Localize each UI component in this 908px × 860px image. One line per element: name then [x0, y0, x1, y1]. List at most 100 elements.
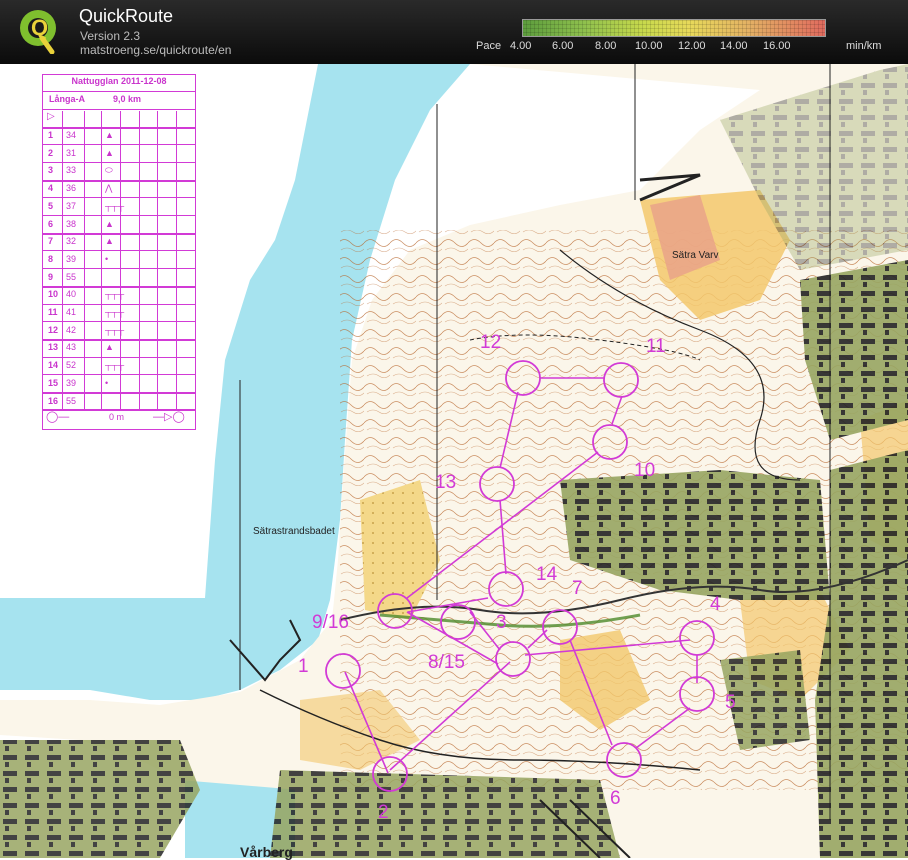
feature-symbol-icon: ┬┬┬: [105, 200, 125, 211]
control-row: 1 34 ▲: [43, 127, 195, 145]
pace-tick: 6.00: [552, 40, 574, 52]
control-number: 8/15: [428, 652, 465, 673]
feature-symbol-icon: ┬┬┬: [105, 289, 125, 300]
feature-symbol-icon: ▲: [105, 218, 114, 229]
feature-symbol-icon: ┬┬┬: [105, 307, 125, 317]
control-code: 43: [66, 342, 77, 353]
feature-symbol-icon: ⋀: [105, 183, 113, 194]
control-code: 33: [66, 165, 77, 176]
feature-symbol-icon: ▲: [105, 342, 114, 353]
control-number: 7: [572, 578, 583, 599]
control-row: 8 39 •: [43, 251, 195, 269]
residential-area: [0, 740, 200, 858]
pace-tick: 12.00: [678, 40, 706, 52]
control-number: 13: [48, 342, 59, 353]
control-code: 55: [66, 271, 77, 282]
control-code: 34: [66, 130, 77, 140]
control-row: 4 36 ⋀: [43, 180, 195, 198]
pace-label: Pace: [476, 40, 502, 52]
control-row: 13 43 ▲: [43, 339, 195, 357]
control-number: 6: [48, 218, 54, 229]
feature-symbol-icon: ▲: [105, 236, 114, 247]
control-row: 16 55: [43, 393, 195, 411]
feature-symbol-icon: ⬭: [105, 165, 113, 176]
control-number: 3: [48, 165, 54, 176]
place-label: Sätrastrandsbadet: [253, 526, 335, 537]
control-number: 6: [610, 788, 621, 809]
pace-tick: 4.00: [510, 40, 532, 52]
control-code: 32: [66, 236, 77, 247]
finish-start-circle-icon: ◯—: [46, 411, 70, 423]
app-version: Version 2.3: [80, 29, 141, 43]
control-number: 2: [378, 802, 389, 823]
feature-symbol-icon: ┬┬┬: [105, 360, 125, 371]
app-title: QuickRoute: [79, 6, 174, 26]
control-row: 12 42 ┬┬┬: [43, 322, 195, 340]
feature-symbol-icon: ▲: [105, 130, 114, 140]
feature-symbol-icon: ▲: [105, 147, 114, 158]
control-code: 39: [66, 253, 77, 264]
finish-circle-icon: —▷◯: [153, 411, 185, 423]
control-number: 14: [48, 360, 59, 371]
control-row: 15 39 •: [43, 375, 195, 393]
control-number: 1: [48, 130, 54, 140]
control-number: 11: [48, 307, 58, 317]
divider: [43, 91, 195, 92]
control-code: 31: [66, 147, 77, 158]
app-url[interactable]: matstroeng.se/quickroute/en: [80, 43, 231, 57]
divider: [43, 109, 195, 110]
control-number: 14: [536, 564, 558, 585]
control-number: 15: [48, 377, 59, 388]
finish-distance: 0 m: [109, 412, 125, 422]
control-number: 4: [710, 594, 721, 615]
control-number: 9: [48, 271, 54, 282]
control-number: 9/16: [312, 612, 349, 633]
quickroute-logo-icon: Q: [20, 10, 56, 54]
residential-area: [270, 770, 620, 858]
feature-symbol-icon: •: [105, 253, 109, 264]
control-code: 41: [66, 307, 77, 317]
control-number: 13: [435, 472, 457, 493]
control-row: 14 52 ┬┬┬: [43, 357, 195, 375]
control-code: 52: [66, 360, 77, 371]
control-number: 12: [48, 324, 59, 335]
pace-tick: 8.00: [595, 40, 617, 52]
control-code: 37: [66, 200, 77, 211]
course-name: Långa-A: [49, 94, 85, 104]
control-row: 5 37 ┬┬┬: [43, 198, 195, 216]
control-row: 11 41 ┬┬┬: [43, 304, 195, 322]
control-row: 6 38 ▲: [43, 216, 195, 234]
control-row: 7 32 ▲: [43, 233, 195, 251]
control-code: 39: [66, 377, 77, 388]
pace-tick: 10.00: [635, 40, 663, 52]
feature-symbol-icon: ┬┬┬: [105, 324, 125, 335]
course-length: 9,0 km: [113, 94, 142, 104]
feature-symbol-icon: •: [105, 377, 109, 388]
control-code: 55: [66, 395, 77, 406]
control-number: 3: [496, 612, 507, 633]
control-number: 1: [298, 656, 309, 677]
pace-color-scale: [522, 19, 826, 37]
control-number: 10: [48, 289, 59, 300]
control-number: 5: [48, 200, 54, 211]
svg-text:Q: Q: [31, 15, 48, 40]
control-number: 16: [48, 395, 59, 406]
control-number: 4: [48, 183, 54, 194]
app-header: Q QuickRoute Version 2.3 matstroeng.se/q…: [0, 0, 908, 64]
control-code: 36: [66, 183, 77, 194]
control-row: 10 40 ┬┬┬: [43, 286, 195, 304]
control-number: 2: [48, 147, 54, 158]
pace-unit: min/km: [846, 40, 882, 52]
control-row: 9 55: [43, 269, 195, 287]
control-number: 11: [646, 336, 666, 357]
pace-tick: 16.00: [763, 40, 791, 52]
control-row: 3 33 ⬭: [43, 162, 195, 180]
pace-tick: 14.00: [720, 40, 748, 52]
control-description-sheet: Nattugglan 2011-12-08 Långa-A 9,0 km ▷ 1…: [42, 74, 196, 430]
start-triangle-icon: ▷: [47, 111, 55, 122]
control-number: 12: [480, 332, 502, 353]
place-label: Sätra Varv: [672, 250, 719, 261]
control-number: 7: [48, 236, 54, 247]
control-code: 40: [66, 289, 77, 300]
control-code: 42: [66, 324, 77, 335]
